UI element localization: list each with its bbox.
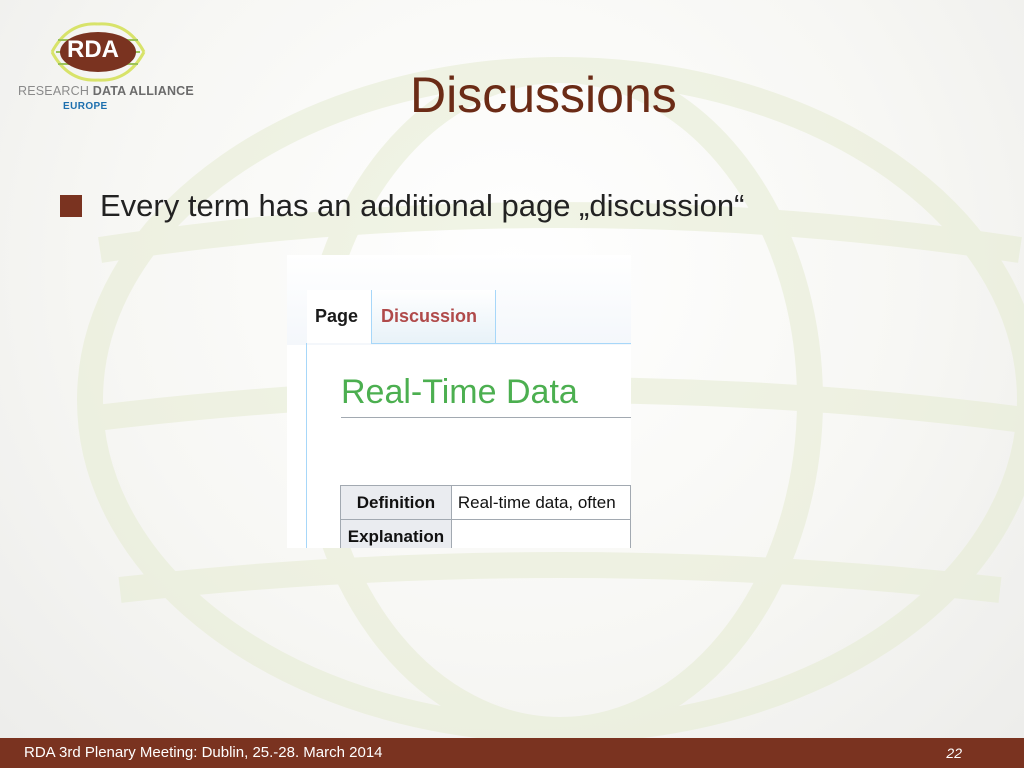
tab-discussion[interactable]: Discussion: [371, 290, 496, 343]
table-row-value: [450, 519, 631, 548]
logo-wordmark-strong: DATA ALLIANCE: [92, 84, 194, 98]
footer-text: RDA 3rd Plenary Meeting: Dublin, 25.-28.…: [24, 744, 383, 761]
heading-rule: [341, 417, 631, 418]
tab-divider: [371, 343, 631, 344]
bullet-square-icon: [60, 195, 82, 217]
wiki-tab-bar: Page Discussion: [307, 290, 631, 343]
bullet-item: Every term has an additional page „discu…: [60, 188, 744, 224]
slide-number: 22: [946, 745, 962, 761]
table-row-label: Explanation: [340, 519, 452, 548]
logo-badge-text: RDA: [67, 36, 119, 63]
logo-wordmark: RESEARCH DATA ALLIANCE: [18, 84, 194, 98]
logo-wordmark-light: RESEARCH: [18, 84, 93, 98]
table-row-value: Real-time data, often: [450, 485, 631, 520]
table-row: Explanation: [340, 519, 631, 548]
slide-title: Discussions: [410, 67, 677, 123]
bullet-text: Every term has an additional page „discu…: [100, 188, 745, 223]
footer-bar: RDA 3rd Plenary Meeting: Dublin, 25.-28.…: [0, 738, 1024, 768]
logo-region: EUROPE: [63, 101, 108, 112]
term-table: Definition Real-time data, often Explana…: [340, 485, 631, 548]
tab-page-label: Page: [315, 306, 359, 326]
table-row: Definition Real-time data, often: [340, 485, 631, 520]
table-row-label: Definition: [340, 485, 452, 520]
wiki-page-heading: Real-Time Data: [341, 373, 578, 411]
embedded-wiki-screenshot: Page Discussion Real-Time Data Definitio…: [287, 255, 631, 548]
tab-discussion-label: Discussion: [381, 306, 478, 326]
content-border: [306, 343, 307, 548]
tab-page[interactable]: Page: [307, 290, 379, 343]
rda-europe-logo: RDA RESEARCH DATA ALLIANCE EUROPE: [8, 10, 194, 112]
